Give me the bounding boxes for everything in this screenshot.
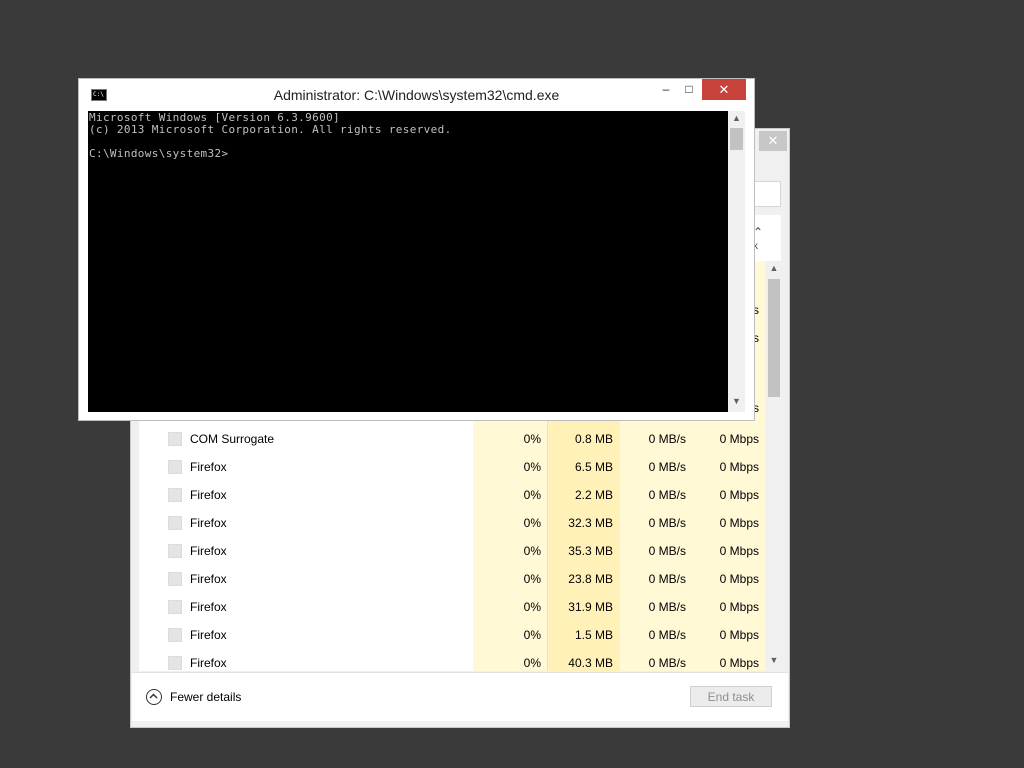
- fewer-details-label: Fewer details: [170, 690, 242, 704]
- process-row[interactable]: Firefox 0% 32.3 MB 0 MB/s 0 Mbps: [139, 509, 765, 537]
- process-network: 0 Mbps: [719, 544, 759, 558]
- end-task-button[interactable]: End task: [690, 686, 772, 707]
- process-row[interactable]: Firefox 0% 40.3 MB 0 MB/s 0 Mbps: [139, 649, 765, 671]
- process-network: 0 Mbps: [719, 572, 759, 586]
- process-disk: 0 MB/s: [648, 516, 686, 530]
- process-disk: 0 MB/s: [648, 656, 686, 670]
- scroll-up-arrow-icon[interactable]: ▲: [765, 263, 783, 277]
- cmd-title-bar[interactable]: C:\ Administrator: C:\Windows\system32\c…: [79, 79, 754, 111]
- console-scrollbar[interactable]: ▲ ▼: [728, 111, 745, 412]
- process-row[interactable]: Firefox 0% 23.8 MB 0 MB/s 0 Mbps: [139, 565, 765, 593]
- process-icon: [168, 572, 182, 586]
- process-network: 0 Mbps: [719, 432, 759, 446]
- fewer-details-button[interactable]: Fewer details: [146, 687, 241, 707]
- process-memory: 2.2 MB: [574, 488, 613, 502]
- process-list-scrollbar[interactable]: ▲ ▼: [765, 261, 783, 671]
- process-cpu: 0%: [523, 516, 541, 530]
- process-disk: 0 MB/s: [648, 600, 686, 614]
- process-name: Firefox: [190, 656, 227, 670]
- scroll-down-arrow-icon[interactable]: ▼: [765, 655, 783, 669]
- scroll-down-arrow-icon[interactable]: ▼: [728, 396, 745, 410]
- process-name: Firefox: [190, 544, 227, 558]
- process-icon: [168, 600, 182, 614]
- process-network: 0 Mbps: [719, 460, 759, 474]
- process-icon: [168, 544, 182, 558]
- process-disk: 0 MB/s: [648, 488, 686, 502]
- console-line: (c) 2013 Microsoft Corporation. All righ…: [89, 123, 452, 136]
- process-memory: 0.8 MB: [574, 432, 613, 446]
- process-disk: 0 MB/s: [648, 432, 686, 446]
- process-icon: [168, 656, 182, 670]
- process-cpu: 0%: [523, 572, 541, 586]
- process-memory: 1.5 MB: [574, 628, 613, 642]
- scrollbar-thumb[interactable]: [768, 279, 780, 397]
- process-cpu: 0%: [523, 628, 541, 642]
- process-disk: 0 MB/s: [648, 544, 686, 558]
- process-cpu: 0%: [523, 544, 541, 558]
- process-icon: [168, 628, 182, 642]
- process-row[interactable]: Firefox 0% 35.3 MB 0 MB/s 0 Mbps: [139, 537, 765, 565]
- process-memory: 35.3 MB: [568, 544, 613, 558]
- process-network: 0 Mbps: [719, 656, 759, 670]
- process-memory: 6.5 MB: [574, 460, 613, 474]
- process-network: 0 Mbps: [719, 516, 759, 530]
- process-cpu: 0%: [523, 488, 541, 502]
- process-cpu: 0%: [523, 460, 541, 474]
- process-name: Firefox: [190, 628, 227, 642]
- process-network: 0 Mbps: [719, 600, 759, 614]
- process-row[interactable]: Firefox 0% 31.9 MB 0 MB/s 0 Mbps: [139, 593, 765, 621]
- process-name: COM Surrogate: [190, 432, 275, 446]
- process-row[interactable]: Firefox 0% 2.2 MB 0 MB/s 0 Mbps: [139, 481, 765, 509]
- process-cpu: 0%: [523, 432, 541, 446]
- close-button[interactable]: ✕: [702, 79, 746, 100]
- process-name: Firefox: [190, 460, 227, 474]
- process-disk: 0 MB/s: [648, 572, 686, 586]
- process-row[interactable]: Firefox 0% 1.5 MB 0 MB/s 0 Mbps: [139, 621, 765, 649]
- process-icon: [168, 432, 182, 446]
- process-row[interactable]: COM Surrogate 0% 0.8 MB 0 MB/s 0 Mbps: [139, 425, 765, 453]
- process-memory: 23.8 MB: [568, 572, 613, 586]
- process-network: 0 Mbps: [719, 628, 759, 642]
- process-disk: 0 MB/s: [648, 460, 686, 474]
- process-memory: 40.3 MB: [568, 656, 613, 670]
- console-output[interactable]: Microsoft Windows [Version 6.3.9600] (c)…: [88, 111, 728, 412]
- process-icon: [168, 460, 182, 474]
- task-manager-close-button[interactable]: ✕: [759, 131, 787, 151]
- process-name: Firefox: [190, 488, 227, 502]
- process-cpu: 0%: [523, 656, 541, 670]
- process-name: Firefox: [190, 516, 227, 530]
- process-cpu: 0%: [523, 600, 541, 614]
- chevron-up-circle-icon: [146, 689, 162, 705]
- console-prompt-line: C:\Windows\system32>: [89, 147, 229, 160]
- process-disk: 0 MB/s: [648, 628, 686, 642]
- process-name: Firefox: [190, 572, 227, 586]
- process-icon: [168, 488, 182, 502]
- process-icon: [168, 516, 182, 530]
- scroll-up-arrow-icon[interactable]: ▲: [728, 113, 745, 127]
- process-memory: 32.3 MB: [568, 516, 613, 530]
- scrollbar-thumb[interactable]: [730, 128, 743, 150]
- process-name: Firefox: [190, 600, 227, 614]
- maximize-button[interactable]: □: [676, 79, 702, 100]
- task-manager-footer: Fewer details End task: [132, 672, 788, 721]
- process-memory: 31.9 MB: [568, 600, 613, 614]
- process-network: 0 Mbps: [719, 488, 759, 502]
- cmd-window[interactable]: C:\ Administrator: C:\Windows\system32\c…: [78, 78, 755, 421]
- process-row[interactable]: Firefox 0% 6.5 MB 0 MB/s 0 Mbps: [139, 453, 765, 481]
